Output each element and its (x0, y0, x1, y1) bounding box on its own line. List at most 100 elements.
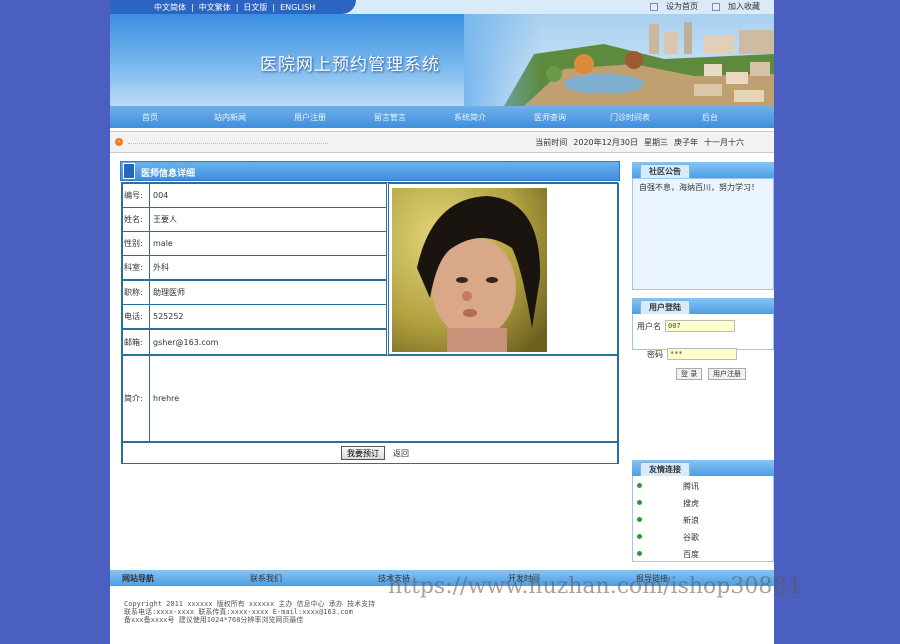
field-value: gsher@163.com (153, 337, 219, 347)
intro-text: hrehre (153, 394, 180, 403)
site-title: 医院网上预约管理系统 (260, 55, 440, 75)
intro-label: 简介: (123, 356, 150, 441)
field-label: 邮箱: (123, 330, 150, 354)
username-input[interactable]: 007 (665, 320, 735, 332)
lang-link-simplified[interactable]: 中文简体 (154, 2, 186, 13)
arrow-right-icon: › (115, 138, 123, 146)
field-row-gender: 性别: male (122, 231, 387, 256)
field-value: 004 (153, 191, 169, 200)
set-homepage-link[interactable]: 设为首页 (666, 1, 698, 12)
login-title: 用户登陆 (640, 300, 690, 314)
lunar-date: 十一月十六 (704, 138, 744, 147)
main-nav: 首页 站内新闻 用户注册 留言管言 系统简介 医师查询 门诊时间表 后台 (110, 106, 774, 128)
field-row-department: 科室: 外科 (122, 255, 387, 280)
field-label: 科室: (123, 256, 150, 279)
lang-link-traditional[interactable]: 中文繁体 (199, 2, 231, 13)
nav-home[interactable]: 首页 (110, 112, 190, 123)
password-row: 密码 *** (647, 348, 737, 360)
contact-line: 联系电话:xxxx-xxxx 联系传真:xxxx-xxxx E-mail:xxx… (124, 608, 353, 616)
footer-nav-title: 网站导航 (122, 574, 154, 583)
nav-admin[interactable]: 后台 (670, 112, 750, 123)
footer-link-contact[interactable]: 联系我们 (250, 573, 282, 584)
notice-header: 社区公告 (632, 162, 774, 178)
ganzhi-year: 庚子年 (674, 138, 698, 147)
page-container: 中文简体 | 中文繁体 | 日文版 | ENGLISH 设为首页 加入收藏 医院… (110, 0, 774, 644)
friend-link-item[interactable]: 搜虎 (633, 495, 774, 512)
nav-schedule[interactable]: 门诊时间表 (590, 112, 670, 123)
banner: 医院网上预约管理系统 (110, 14, 774, 106)
book-appointment-button[interactable]: 我要预订 (341, 446, 385, 460)
document-icon (123, 163, 135, 179)
news-ticker (128, 138, 328, 144)
field-value: 525252 (153, 312, 184, 321)
weekday: 星期三 (644, 138, 668, 147)
field-label: 职称: (123, 281, 150, 304)
friend-links-list: 腾讯 搜虎 新浪 谷歌 百度 (632, 476, 774, 562)
field-row-title: 职称: 助理医师 (122, 280, 387, 305)
username-label: 用户名 (637, 321, 661, 331)
register-button[interactable]: 用户注册 (708, 368, 746, 380)
add-favorite-link[interactable]: 加入收藏 (728, 1, 760, 12)
lang-link-japanese[interactable]: 日文版 (243, 2, 267, 13)
friend-link-item[interactable]: 新浪 (633, 512, 774, 529)
field-row-phone: 电话: 525252 (122, 304, 387, 329)
login-header: 用户登陆 (632, 298, 774, 314)
field-label: 性别: (123, 232, 150, 255)
bullet-icon (637, 551, 642, 556)
nav-doctor-search[interactable]: 医师查询 (510, 112, 590, 123)
field-label: 编号: (123, 184, 150, 207)
friend-link-item[interactable]: 谷歌 (633, 529, 774, 546)
field-column: 编号: 004 姓名: 王要人 性别: male 科室: 外科 职称: 助理医师… (122, 183, 387, 355)
watermark-text: https://www.huzhan.com/ishop30884 (388, 574, 801, 599)
top-bar: 中文简体 | 中文繁体 | 日文版 | ENGLISH 设为首页 加入收藏 (110, 0, 774, 14)
field-label: 姓名: (123, 208, 150, 231)
field-value: 外科 (153, 263, 169, 272)
field-label: 电话: (123, 305, 150, 328)
field-row-id: 编号: 004 (122, 183, 387, 208)
notice-title: 社区公告 (640, 164, 690, 178)
field-row-name: 姓名: 王要人 (122, 207, 387, 232)
notice-body: 自强不息，海纳百川，努力学习！ (632, 178, 774, 290)
current-date: 当前时间 2020年12月30日 星期三 庚子年 十一月十六 (535, 137, 744, 148)
language-switcher: 中文简体 | 中文繁体 | 日文版 | ENGLISH (110, 0, 356, 14)
bullet-icon (637, 517, 642, 522)
bullet-icon (637, 500, 642, 505)
field-value: 助理医师 (153, 288, 185, 297)
lang-link-english[interactable]: ENGLISH (280, 3, 315, 12)
username-row: 用户名 007 (637, 320, 735, 332)
favorite-icon (712, 2, 720, 11)
nav-register[interactable]: 用户注册 (270, 112, 350, 123)
bullet-icon (637, 483, 642, 488)
top-links: 设为首页 加入收藏 (650, 1, 760, 12)
password-input[interactable]: *** (667, 348, 737, 360)
password-label: 密码 (647, 349, 663, 359)
back-link[interactable]: 返回 (393, 448, 409, 459)
detail-panel-header: 医师信息详细 (120, 161, 620, 181)
city-photo (464, 14, 774, 106)
friend-links-header: 友情连接 (632, 460, 774, 476)
date-value: 2020年12月30日 (573, 138, 638, 147)
panel-title: 医师信息详细 (141, 169, 196, 179)
copyright-line: Copyright 2011 xxxxxx 版权所有 xxxxxx 主办 信息中… (124, 600, 376, 608)
field-row-email: 邮箱: gsher@163.com (122, 329, 387, 355)
bullet-icon (637, 534, 642, 539)
field-value: male (153, 239, 173, 248)
field-value: 王要人 (153, 215, 177, 224)
friend-link-item[interactable]: 腾讯 (633, 478, 774, 495)
nav-guestbook[interactable]: 留言管言 (350, 112, 430, 123)
photo-cell (388, 183, 619, 355)
doctor-detail-table: 编号: 004 姓名: 王要人 性别: male 科室: 外科 职称: 助理医师… (121, 182, 619, 464)
action-row: 我要预订 返回 (122, 442, 619, 464)
friend-links-title: 友情连接 (640, 462, 690, 476)
icp-line: 备xxx备xxxx号 建议使用1024*768分辨率浏览网页最佳 (124, 616, 304, 624)
copyright-block: Copyright 2011 xxxxxx 版权所有 xxxxxx 主办 信息中… (124, 600, 375, 624)
friend-link-item[interactable]: 百度 (633, 546, 774, 563)
nav-news[interactable]: 站内新闻 (190, 112, 270, 123)
home-icon (650, 2, 658, 11)
doctor-photo (392, 188, 547, 352)
info-bar: › 当前时间 2020年12月30日 星期三 庚子年 十一月十六 (110, 131, 774, 153)
login-button[interactable]: 登 录 (676, 368, 703, 380)
intro-row: 简介: hrehre (122, 355, 619, 442)
nav-about[interactable]: 系统简介 (430, 112, 510, 123)
date-label: 当前时间 (535, 138, 568, 147)
